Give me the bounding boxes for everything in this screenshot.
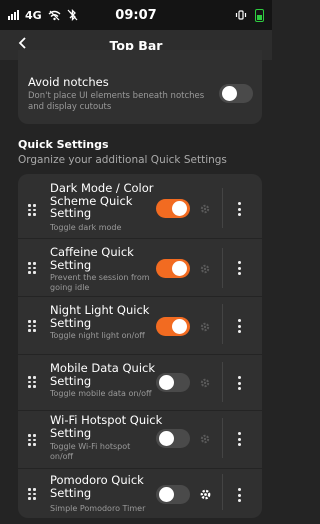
item-subtitle: Prevent the session from going idle	[50, 273, 150, 292]
more-vertical-icon[interactable]	[237, 202, 241, 216]
gear-icon[interactable]	[199, 488, 212, 501]
list-item: Mobile Data Quick Setting Toggle mobile …	[18, 354, 262, 410]
drag-handle-icon[interactable]	[28, 488, 36, 500]
item-title: Pomodoro Quick Setting	[50, 473, 144, 500]
item-toggle[interactable]	[156, 485, 190, 504]
row-separator	[18, 410, 262, 411]
item-subtitle: Toggle Wi-Fi hotspot on/off	[50, 442, 131, 461]
toggle-knob	[172, 261, 187, 276]
more-vertical-icon[interactable]	[237, 432, 241, 446]
gear-icon[interactable]	[199, 203, 211, 215]
item-toggle[interactable]	[156, 373, 190, 392]
divider	[222, 362, 223, 402]
battery-icon	[255, 8, 264, 22]
drag-handle-icon[interactable]	[28, 434, 36, 446]
drag-handle-icon[interactable]	[28, 320, 36, 332]
list-item: Pomodoro Quick Setting Simple Pomodoro T…	[18, 468, 262, 518]
drag-handle-icon[interactable]	[28, 376, 36, 388]
status-bar: 4G 09:07	[0, 0, 272, 30]
divider	[222, 418, 223, 458]
list-item: Dark Mode / Color Scheme Quick Setting T…	[18, 176, 262, 236]
item-subtitle: Toggle night light on/off	[50, 331, 145, 340]
divider	[222, 188, 223, 228]
item-title: Mobile Data Quick Setting	[50, 361, 156, 388]
row-separator	[18, 468, 262, 469]
avoid-notches-card: Avoid notches Don't place UI elements be…	[18, 50, 262, 124]
list-item: Caffeine Quick Setting Prevent the sessi…	[18, 238, 262, 294]
divider	[222, 248, 223, 288]
toggle-knob	[222, 86, 237, 101]
item-toggle[interactable]	[156, 317, 190, 336]
avoid-notches-subtitle: Don't place UI elements beneath notches …	[28, 91, 205, 112]
divider	[222, 474, 223, 510]
item-toggle[interactable]	[156, 429, 190, 448]
item-title: Dark Mode / Color Scheme Quick Setting	[50, 181, 154, 220]
avoid-notches-toggle[interactable]	[219, 84, 253, 103]
item-subtitle: Toggle mobile data on/off	[50, 389, 152, 398]
vibrate-icon	[235, 10, 247, 20]
item-subtitle: Simple Pomodoro Timer	[50, 504, 146, 513]
avoid-notches-title: Avoid notches	[28, 75, 109, 89]
list-item: Night Light Quick Setting Toggle night l…	[18, 296, 262, 352]
divider	[222, 304, 223, 344]
toggle-knob	[159, 487, 174, 502]
section-subtitle: Organize your additional Quick Settings	[18, 154, 227, 166]
drag-handle-icon[interactable]	[28, 262, 36, 274]
more-vertical-icon[interactable]	[237, 488, 241, 502]
item-title: Night Light Quick Setting	[50, 303, 150, 330]
toggle-knob	[172, 201, 187, 216]
status-right	[235, 0, 264, 30]
more-vertical-icon[interactable]	[237, 319, 241, 333]
list-item: Wi-Fi Hotspot Quick Setting Toggle Wi-Fi…	[18, 410, 262, 468]
more-vertical-icon[interactable]	[237, 376, 241, 390]
gear-icon[interactable]	[199, 321, 211, 333]
toggle-knob	[172, 319, 187, 334]
item-title: Caffeine Quick Setting	[50, 245, 134, 272]
clock: 09:07	[115, 7, 157, 23]
row-separator	[18, 296, 262, 297]
gear-icon[interactable]	[199, 263, 211, 275]
row-separator	[18, 354, 262, 355]
section-title: Quick Settings	[18, 138, 109, 151]
item-subtitle: Toggle dark mode	[50, 223, 122, 232]
row-separator	[18, 238, 262, 239]
item-toggle[interactable]	[156, 199, 190, 218]
more-vertical-icon[interactable]	[237, 261, 241, 275]
toggle-knob	[159, 375, 174, 390]
quick-settings-list: Dark Mode / Color Scheme Quick Setting T…	[18, 174, 262, 518]
toggle-knob	[159, 431, 174, 446]
gear-icon[interactable]	[199, 433, 211, 445]
gear-icon[interactable]	[199, 377, 211, 389]
drag-handle-icon[interactable]	[28, 204, 36, 216]
item-toggle[interactable]	[156, 259, 190, 278]
